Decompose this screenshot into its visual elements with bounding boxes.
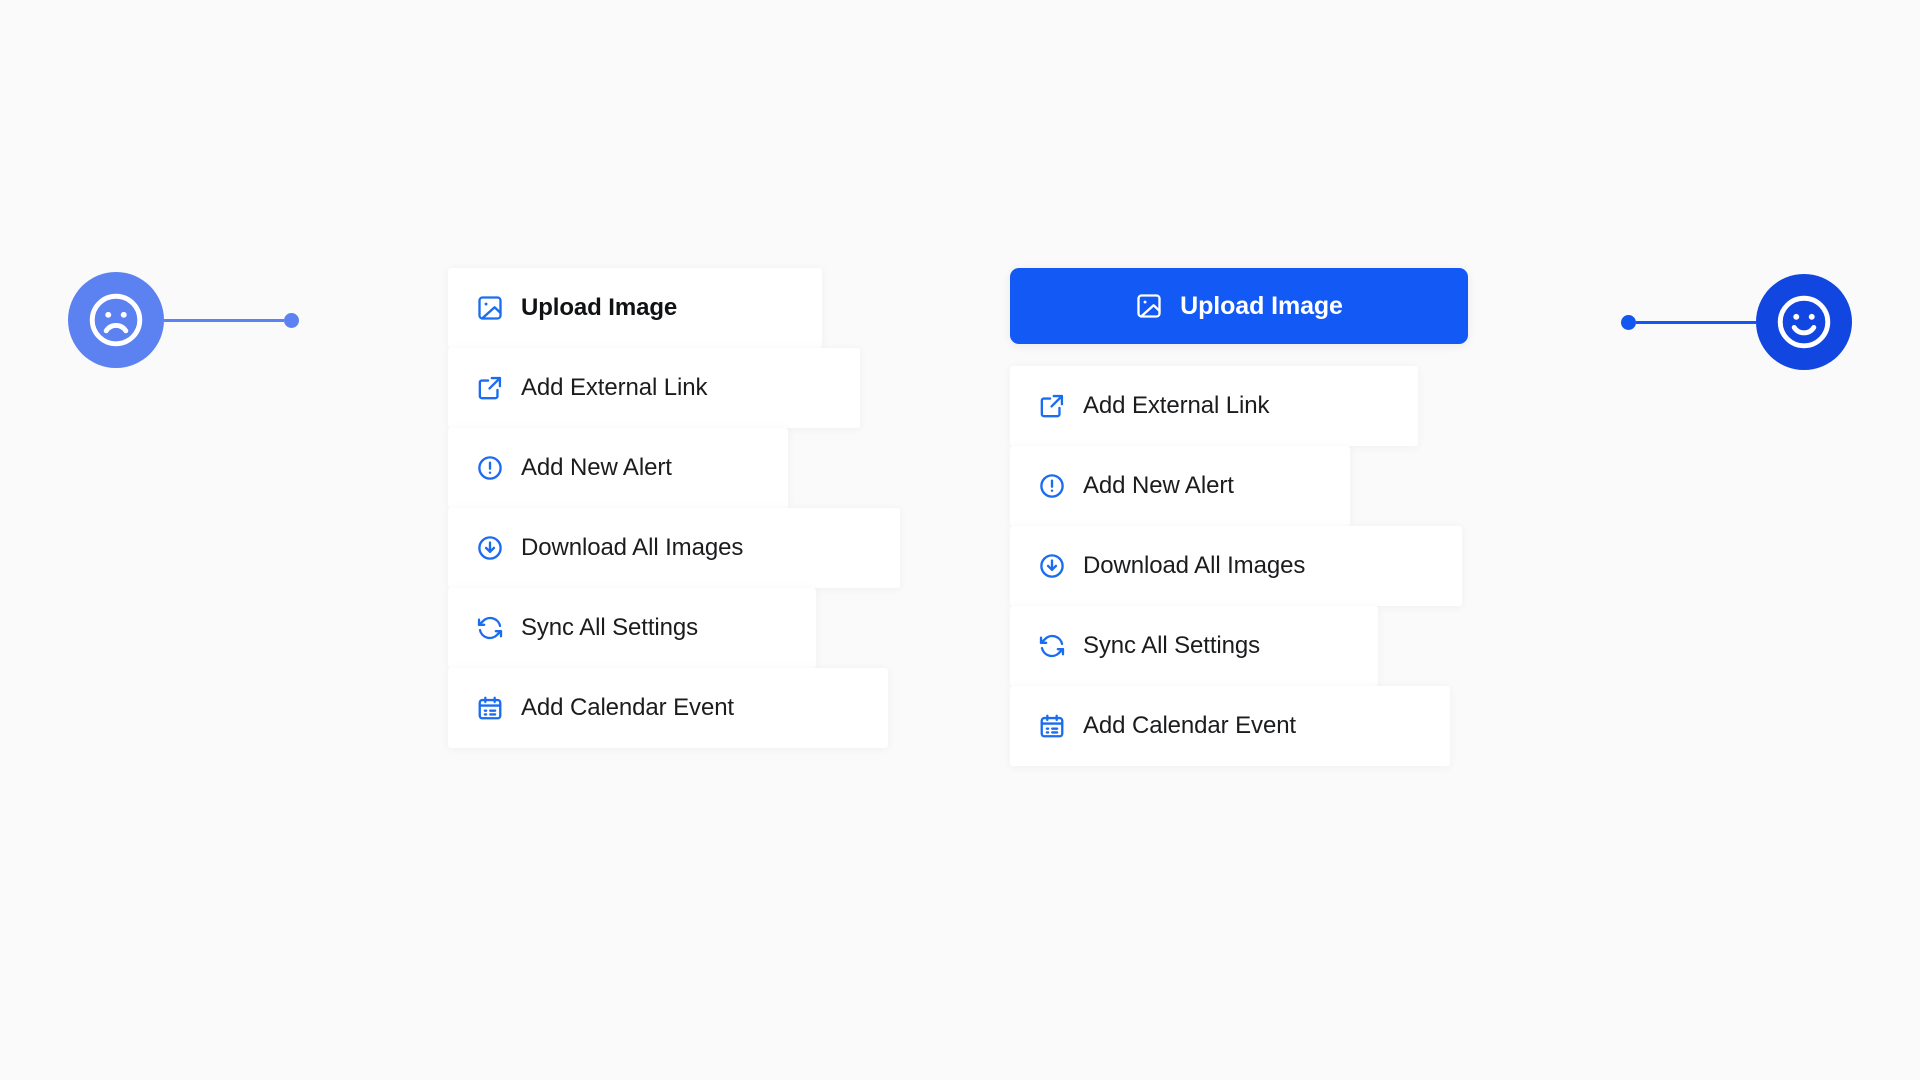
download-circle-icon [476, 534, 504, 562]
menu-item-download-all-images[interactable]: Download All Images [1010, 526, 1462, 606]
menu-item-label: Upload Image [521, 294, 678, 321]
upload-image-button-label: Upload Image [1180, 291, 1343, 320]
menu-item-label: Sync All Settings [521, 614, 699, 641]
alert-circle-icon [476, 454, 504, 482]
menu-item-label: Add External Link [1083, 392, 1270, 419]
calendar-icon [1038, 712, 1066, 740]
positive-rating-marker [1621, 274, 1852, 370]
negative-rating-marker [68, 272, 299, 368]
image-icon [476, 294, 504, 322]
frowning-face-icon [68, 272, 164, 368]
connector-line [1636, 320, 1756, 324]
menu-item-label: Add New Alert [1083, 472, 1234, 499]
before-menu: Upload Image Add External Link Add New A… [448, 268, 900, 748]
connector-line [164, 318, 284, 322]
upload-image-button[interactable]: Upload Image [1010, 268, 1468, 344]
alert-circle-icon [1038, 472, 1066, 500]
menu-item-label: Sync All Settings [1083, 632, 1261, 659]
menu-item-sync-all-settings[interactable]: Sync All Settings [448, 588, 816, 668]
external-link-icon [476, 374, 504, 402]
menu-item-add-calendar-event[interactable]: Add Calendar Event [448, 668, 888, 748]
marker-connector [164, 312, 299, 328]
menu-item-label: Add Calendar Event [521, 694, 735, 721]
menu-item-label: Add New Alert [521, 454, 672, 481]
external-link-icon [1038, 392, 1066, 420]
menu-item-label: Download All Images [521, 534, 744, 561]
menu-item-download-all-images[interactable]: Download All Images [448, 508, 900, 588]
menu-item-add-calendar-event[interactable]: Add Calendar Event [1010, 686, 1450, 766]
download-circle-icon [1038, 552, 1066, 580]
menu-item-sync-all-settings[interactable]: Sync All Settings [1010, 606, 1378, 686]
after-menu: Upload Image Add External Link Add New A… [1010, 268, 1468, 766]
connector-dot [284, 312, 299, 328]
image-icon [1135, 292, 1163, 320]
sync-icon [476, 614, 504, 642]
menu-item-add-external-link[interactable]: Add External Link [1010, 366, 1418, 446]
menu-item-add-new-alert[interactable]: Add New Alert [448, 428, 788, 508]
menu-item-upload-image[interactable]: Upload Image [448, 268, 822, 348]
menu-item-add-external-link[interactable]: Add External Link [448, 348, 860, 428]
sync-icon [1038, 632, 1066, 660]
menu-item-label: Download All Images [1083, 552, 1306, 579]
connector-dot [1621, 314, 1636, 330]
menu-item-add-new-alert[interactable]: Add New Alert [1010, 446, 1350, 526]
calendar-icon [476, 694, 504, 722]
smiling-face-icon [1756, 274, 1852, 370]
menu-item-label: Add External Link [521, 374, 708, 401]
menu-item-label: Add Calendar Event [1083, 712, 1297, 739]
marker-connector [1621, 314, 1756, 330]
